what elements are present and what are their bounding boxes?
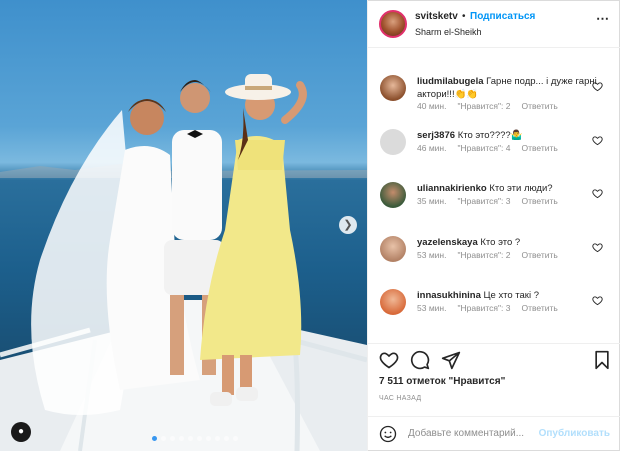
bookmark-icon[interactable] [593, 350, 611, 370]
comment-body: Кто это????🤷‍♂️ [457, 129, 523, 141]
user-tag-icon[interactable]: ● [11, 422, 31, 442]
comment-likes[interactable]: "Нравится": 3 [457, 196, 510, 206]
carousel-dot [233, 436, 238, 441]
next-image-icon[interactable]: ❯ [339, 216, 357, 234]
carousel-dot [215, 436, 220, 441]
comment-likes[interactable]: "Нравится": 2 [457, 101, 510, 111]
comment-text: uliannakirienko Кто эти люди? [417, 182, 597, 195]
likes-count[interactable]: 7 511 отметок "Нравится" [379, 376, 505, 387]
publish-button[interactable]: Опубликовать [539, 428, 610, 439]
reply-button[interactable]: Ответить [521, 196, 557, 206]
comment-item: innasukhinina Це хто такі ? 53 мин. "Нрав… [368, 274, 620, 328]
comment-time[interactable]: 53 мин. [417, 303, 446, 313]
comment-text: innasukhinina Це хто такі ? [417, 289, 597, 302]
author-avatar[interactable] [379, 10, 407, 38]
comment-likes[interactable]: "Нравится": 3 [457, 303, 510, 313]
comment-item: uliannakirienko Кто эти люди? 35 мин. "Нр… [368, 167, 620, 221]
commenter-username[interactable]: innasukhinina [417, 290, 481, 301]
carousel-dot [170, 436, 175, 441]
reply-button[interactable]: Ответить [521, 250, 557, 260]
heart-icon[interactable] [592, 135, 603, 146]
heart-icon[interactable] [592, 81, 603, 92]
commenter-username[interactable]: liudmilabugela [417, 76, 484, 87]
like-heart-icon[interactable] [379, 350, 399, 370]
comment-meta: 35 мин. "Нравится": 3 Ответить [417, 196, 569, 206]
heart-icon[interactable] [592, 295, 603, 306]
emoji-icon[interactable] [379, 425, 397, 443]
comment-meta: 53 мин. "Нравится": 3 Ответить [417, 303, 569, 313]
share-send-icon[interactable] [441, 350, 461, 370]
reply-button[interactable]: Ответить [521, 303, 557, 313]
comment-bubble-icon[interactable] [410, 350, 430, 370]
comment-meta: 53 мин. "Нравится": 2 Ответить [417, 250, 569, 260]
reply-button[interactable]: Ответить [521, 143, 557, 153]
location-link[interactable]: Sharm el-Sheikh [415, 27, 482, 37]
author-username[interactable]: svitsketv [415, 11, 458, 22]
comment-time[interactable]: 46 мин. [417, 143, 446, 153]
separator-dot: • [462, 11, 466, 22]
post-header: svitsketv • Подписаться Sharm el-Sheikh … [368, 0, 620, 48]
comment-time[interactable]: 53 мин. [417, 250, 446, 260]
commenter-avatar[interactable] [380, 182, 406, 208]
action-bar [368, 343, 620, 375]
post-panel: svitsketv • Подписаться Sharm el-Sheikh … [367, 0, 620, 451]
add-comment-bar: Добавьте комментарий... Опубликовать [368, 416, 620, 451]
comment-time[interactable]: 40 мин. [417, 101, 446, 111]
comment-likes[interactable]: "Нравится": 4 [457, 143, 510, 153]
comment-item: liudmilabugela Гарне подр... і дуже гарн… [368, 60, 620, 114]
comment-input[interactable]: Добавьте комментарий... [408, 428, 524, 439]
post-time[interactable]: ЧАС НАЗАД [379, 395, 421, 402]
carousel-dots [152, 436, 238, 441]
comment-meta: 46 мин. "Нравится": 4 Ответить [417, 143, 569, 153]
comment-body: Кто это ? [480, 236, 521, 248]
comment-text: yazelenskaya Кто это ? [417, 236, 597, 249]
commenter-avatar[interactable] [380, 235, 406, 262]
comment-item: serj3876 Кто это????🤷‍♂️ 46 мин. "Нравитс… [368, 114, 620, 168]
reply-button[interactable]: Ответить [521, 101, 557, 111]
commenter-avatar[interactable] [380, 75, 406, 101]
carousel-dot [224, 436, 229, 441]
commenter-avatar[interactable] [380, 289, 406, 315]
more-horizontal-icon[interactable]: ⋯ [596, 11, 610, 27]
comment-likes[interactable]: "Нравится": 2 [457, 250, 510, 260]
commenter-username[interactable]: serj3876 [417, 130, 455, 141]
comment-text: serj3876 Кто это????🤷‍♂️ [417, 129, 597, 142]
post-photo[interactable]: ❯ ● [0, 0, 367, 451]
commenter-username[interactable]: uliannakirienko [417, 183, 487, 194]
carousel-dot [197, 436, 202, 441]
heart-icon[interactable] [592, 242, 603, 253]
carousel-dot [206, 436, 211, 441]
commenter-avatar[interactable] [380, 128, 406, 155]
carousel-dot [161, 436, 166, 441]
photo-illustration [0, 74, 367, 451]
comment-meta: 40 мин. "Нравится": 2 Ответить [417, 101, 569, 111]
carousel-dot [152, 436, 157, 441]
heart-icon[interactable] [592, 188, 603, 199]
commenter-username[interactable]: yazelenskaya [417, 237, 478, 248]
follow-button[interactable]: Подписаться [470, 11, 535, 22]
comment-body: Це хто такі ? [483, 290, 539, 301]
comment-body: Кто эти люди? [489, 183, 553, 194]
comment-time[interactable]: 35 мин. [417, 196, 446, 206]
comments-list[interactable]: liudmilabugela Гарне подр... і дуже гарн… [368, 60, 620, 342]
comment-text: liudmilabugela Гарне подр... і дуже гарн… [417, 75, 597, 101]
carousel-dot [179, 436, 184, 441]
carousel-dot [188, 436, 193, 441]
comment-item: yazelenskaya Кто это ? 53 мин. "Нравится"… [368, 221, 620, 275]
